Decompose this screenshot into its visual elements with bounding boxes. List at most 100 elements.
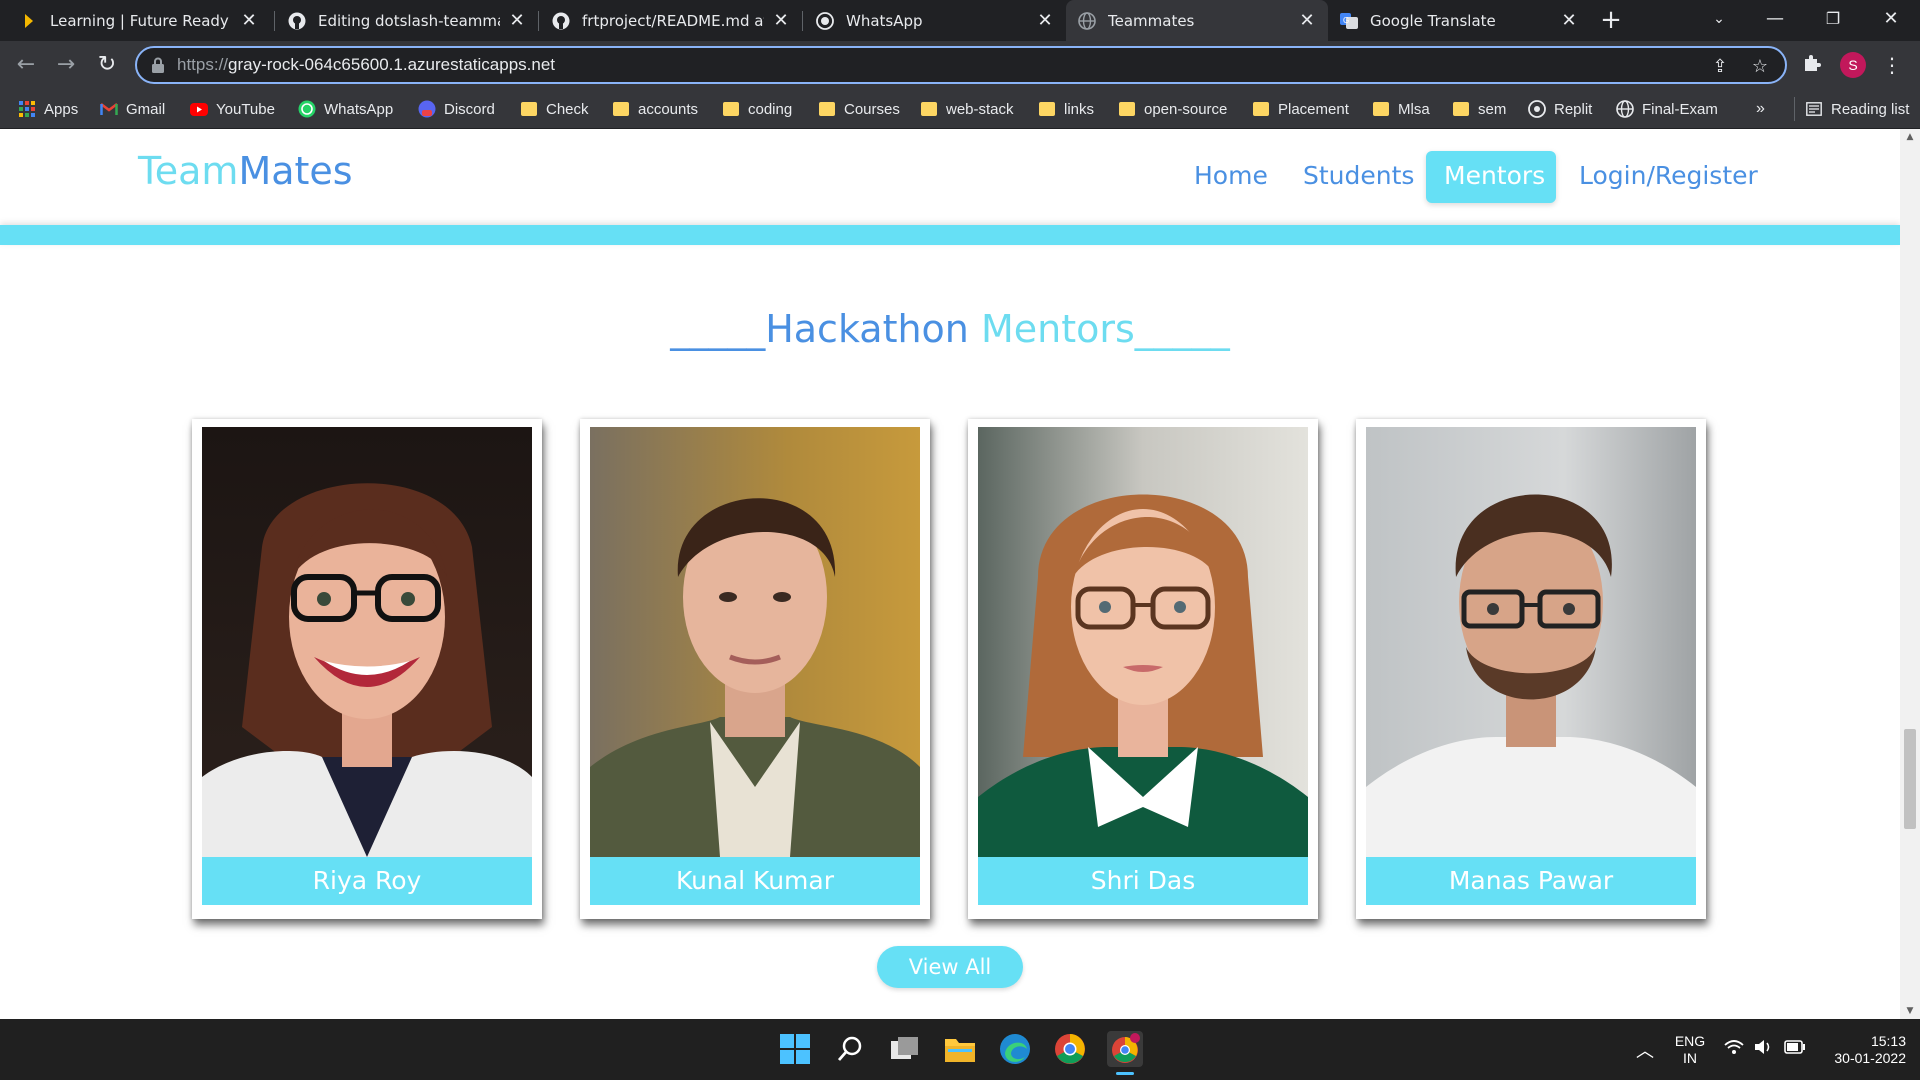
svg-text:G: G [1343,16,1349,25]
tab-search-button[interactable]: ⌄ [1690,0,1748,41]
bookmark-folder-accounts[interactable]: accounts [612,97,698,121]
scroll-up-arrow-icon[interactable]: ▲ [1900,129,1920,145]
mentor-card[interactable]: Riya Roy [192,419,542,919]
bookmark-label: Placement [1278,100,1349,118]
close-icon[interactable]: ✕ [508,11,526,30]
browser-tab-readme[interactable]: frtproject/README.md at m ✕ [540,0,802,41]
bookmark-star-icon[interactable]: ☆ [1749,56,1771,78]
folder-icon [920,100,938,118]
bookmarks-overflow-button[interactable]: » [1756,97,1765,121]
folder-icon [612,100,630,118]
mentor-photo [1366,427,1696,857]
menu-kebab-icon[interactable]: ⋮ [1880,53,1904,77]
bookmark-folder-web-stack[interactable]: web-stack [920,97,1014,121]
active-app-indicator [1116,1072,1134,1075]
bookmark-final-exam[interactable]: Final-Exam [1616,97,1718,121]
close-icon[interactable]: ✕ [1036,11,1054,30]
bookmark-folder-courses[interactable]: Courses [818,97,900,121]
bookmark-label: coding [748,100,793,118]
tray-overflow-chevron-icon[interactable]: ︿ [1636,1037,1654,1063]
page-scrollbar[interactable]: ▲ ▼ [1900,129,1920,1019]
apps-grid-icon [18,100,36,118]
mentor-card[interactable]: Manas Pawar [1356,419,1706,919]
search-icon[interactable] [832,1031,868,1067]
language-indicator[interactable]: ENG IN [1670,1033,1710,1067]
close-icon[interactable]: ✕ [1560,11,1578,30]
whatsapp-icon [816,11,834,30]
restore-button[interactable]: ❐ [1804,0,1862,41]
browser-tab-learning[interactable]: Learning | Future Ready Tal ✕ [8,0,270,41]
mentor-card[interactable]: Shri Das [968,419,1318,919]
close-window-button[interactable]: ✕ [1862,0,1920,41]
mentor-name: Manas Pawar [1366,857,1696,905]
forward-button[interactable]: → [50,49,82,81]
bookmark-folder-placement[interactable]: Placement [1252,97,1349,121]
bookmark-replit[interactable]: Replit [1528,97,1592,121]
bookmark-folder-check[interactable]: Check [520,97,589,121]
url-scheme: https:// [177,55,229,74]
profile-avatar[interactable]: S [1840,52,1866,78]
bookmark-folder-mlsa[interactable]: Mlsa [1372,97,1430,121]
tab-title: Google Translate [1370,11,1496,30]
file-explorer-icon[interactable] [942,1031,978,1067]
bookmark-folder-open-source[interactable]: open-source [1118,97,1227,121]
nav-students-link[interactable]: Students [1285,151,1432,203]
bookmark-apps[interactable]: Apps [18,97,78,121]
share-icon[interactable]: ⇪ [1709,56,1731,78]
bookmark-discord[interactable]: Discord [418,97,495,121]
browser-tab-whatsapp[interactable]: WhatsApp ✕ [804,0,1066,41]
reload-button[interactable]: ↻ [91,49,123,81]
task-view-icon[interactable] [887,1031,923,1067]
back-button[interactable]: ← [10,49,42,81]
folder-icon [1118,100,1136,118]
bookmark-label: WhatsApp [324,100,394,118]
extensions-puzzle-icon[interactable] [1800,53,1824,77]
bookmark-label: Mlsa [1398,100,1430,118]
volume-icon[interactable] [1754,1039,1774,1058]
close-icon[interactable]: ✕ [240,11,258,30]
reading-list-button[interactable]: Reading list [1794,97,1909,121]
bookmarks-bar: Apps Gmail YouTube WhatsApp Discord Chec… [0,89,1920,129]
bookmark-folder-sem[interactable]: sem [1452,97,1506,121]
view-all-button[interactable]: View All [877,946,1023,988]
bookmark-folder-links[interactable]: links [1038,97,1094,121]
windows-start-icon[interactable] [777,1031,813,1067]
bookmark-folder-coding[interactable]: coding [722,97,792,121]
chrome-icon[interactable] [1052,1031,1088,1067]
bookmark-gmail[interactable]: Gmail [100,97,165,121]
section-title-part1: _____Hackathon [670,307,969,351]
clock[interactable]: 15:13 30-01-2022 [1816,1033,1906,1067]
bookmark-youtube[interactable]: YouTube [190,97,275,121]
scroll-down-arrow-icon[interactable]: ▼ [1900,1003,1920,1019]
browser-tab-teammates[interactable]: Teammates ✕ [1066,0,1328,41]
section-title-part2: Mentors_____ [980,307,1230,351]
nav-mentors-link[interactable]: Mentors [1426,151,1556,203]
bookmark-label: YouTube [216,100,275,118]
whatsapp-icon [298,100,316,118]
gmail-icon [100,100,118,118]
edge-browser-icon[interactable] [997,1031,1033,1067]
discord-icon [418,100,436,118]
bookmark-label: Final-Exam [1642,100,1718,118]
close-icon[interactable]: ✕ [772,11,790,30]
browser-tab-translate[interactable]: G Google Translate ✕ [1328,0,1590,41]
new-tab-button[interactable]: + [1596,6,1626,36]
github-icon [288,12,306,30]
clock-time: 15:13 [1870,1033,1906,1049]
nav-home-link[interactable]: Home [1176,151,1286,203]
globe-icon [1616,100,1634,118]
close-icon[interactable]: ✕ [1298,11,1316,30]
minimize-button[interactable]: — [1746,0,1804,41]
wifi-icon[interactable] [1724,1039,1744,1058]
nav-login-register-link[interactable]: Login/Register [1561,151,1776,203]
translate-icon: G [1340,12,1358,30]
address-bar[interactable]: https://gray-rock-064c65600.1.azurestati… [135,46,1787,84]
scrollbar-thumb[interactable] [1904,729,1916,829]
browser-tab-editing[interactable]: Editing dotslash-teammate ✕ [276,0,538,41]
battery-icon[interactable] [1784,1040,1806,1057]
bookmark-label: web-stack [946,100,1014,118]
bookmark-whatsapp[interactable]: WhatsApp [298,97,393,121]
mentor-card[interactable]: Kunal Kumar [580,419,930,919]
chrome-profile-icon[interactable] [1107,1031,1143,1067]
url-text: https://gray-rock-064c65600.1.azurestati… [177,55,555,75]
